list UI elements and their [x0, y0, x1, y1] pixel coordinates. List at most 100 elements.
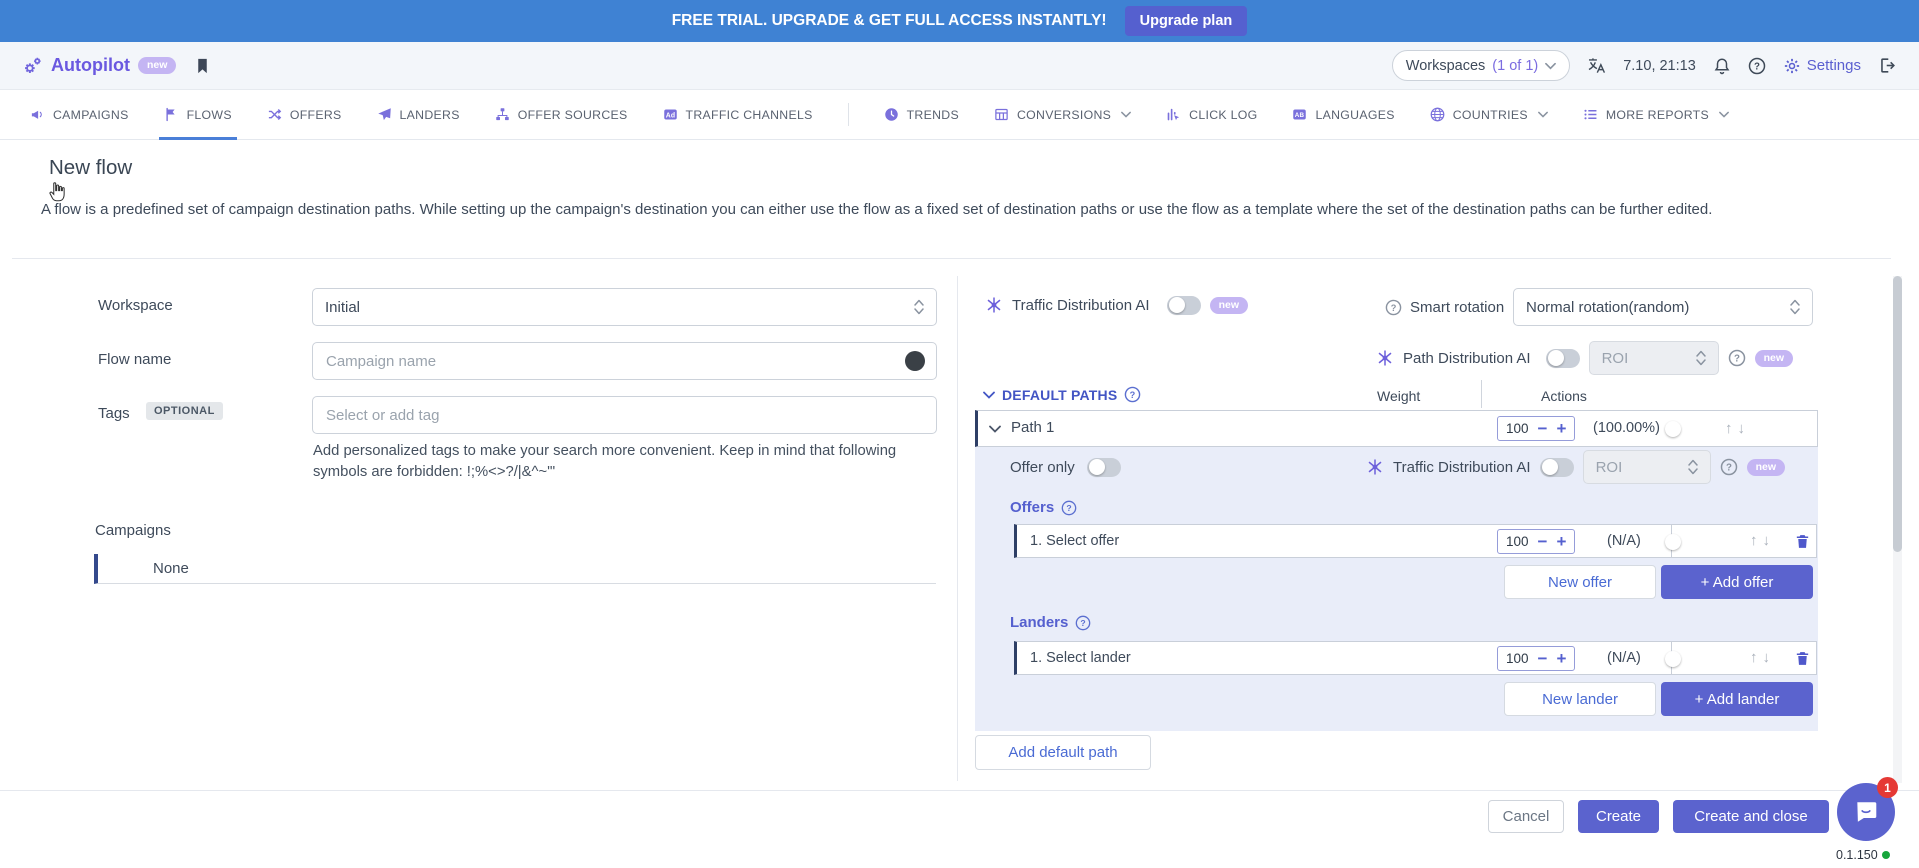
offer-sources-icon — [495, 107, 510, 122]
path-content-block: Offer only Traffic Distribution AI ROI n… — [975, 447, 1818, 731]
chevron-down-icon — [1538, 111, 1548, 118]
tags-label: Tags — [98, 405, 130, 422]
flow-name-color-dot[interactable] — [905, 351, 925, 371]
offer-weight-value[interactable]: 100 — [1506, 534, 1529, 549]
arrow-up-icon[interactable]: ↑ — [1750, 532, 1758, 549]
lander-weight-stepper: 100 − + — [1497, 646, 1575, 671]
question-icon[interactable] — [1124, 386, 1141, 403]
lander-weight-value[interactable]: 100 — [1506, 651, 1529, 666]
nav-item-languages[interactable]: LANGUAGES — [1292, 90, 1394, 139]
chevron-down-icon[interactable] — [989, 425, 1001, 433]
trash-icon[interactable] — [1794, 532, 1811, 551]
nav-item-more-reports[interactable]: MORE REPORTS — [1583, 90, 1729, 139]
question-icon[interactable] — [1720, 458, 1738, 476]
smart-rotation-select[interactable]: Normal rotation(random) — [1513, 288, 1813, 326]
nav-item-campaigns[interactable]: CAMPAIGNS — [30, 90, 129, 139]
settings-label: Settings — [1807, 57, 1861, 74]
path-weight-stepper: 100 − + — [1497, 416, 1575, 441]
plus-icon[interactable]: + — [1556, 650, 1566, 667]
tags-input[interactable] — [312, 396, 937, 434]
workspaces-selector[interactable]: Workspaces (1 of 1) — [1392, 50, 1570, 81]
traffic-distribution-ai-label: Traffic Distribution AI — [1012, 297, 1150, 314]
status-dot — [1882, 851, 1890, 859]
version-label: 0.1.150 — [1836, 848, 1890, 862]
path-traffic-roi-select[interactable]: ROI — [1583, 450, 1711, 484]
scrollbar-thumb[interactable] — [1893, 276, 1902, 552]
question-icon[interactable] — [1075, 615, 1091, 631]
minus-icon[interactable]: − — [1538, 533, 1548, 550]
column-divider — [1481, 380, 1482, 408]
offer-only-row: Offer only — [1010, 457, 1121, 477]
landers-heading: Landers — [1010, 614, 1091, 631]
nav-item-flows[interactable]: FLOWS — [164, 90, 232, 139]
mouse-cursor — [44, 180, 70, 211]
workspace-select[interactable]: Initial — [312, 288, 937, 326]
plus-icon[interactable]: + — [1556, 420, 1566, 437]
arrow-up-icon[interactable]: ↑ — [1750, 649, 1758, 666]
traffic-distribution-ai-toggle[interactable] — [1167, 296, 1201, 315]
select-arrows-icon — [1688, 459, 1698, 475]
nav-item-click-log[interactable]: CLICK LOG — [1166, 90, 1257, 139]
nav-label: LANGUAGES — [1315, 108, 1394, 122]
path-distribution-ai-label: Path Distribution AI — [1403, 350, 1531, 367]
path-distribution-ai-toggle[interactable] — [1546, 349, 1580, 368]
chevron-down-icon[interactable] — [983, 391, 995, 399]
create-button[interactable]: Create — [1578, 800, 1659, 833]
trash-icon[interactable] — [1794, 649, 1811, 668]
path-distribution-ai-row: Path Distribution AI ROI new — [1376, 341, 1793, 375]
panel-divider — [957, 276, 958, 781]
upgrade-plan-button[interactable]: Upgrade plan — [1125, 6, 1248, 36]
nav-item-conversions[interactable]: CONVERSIONS — [994, 90, 1131, 139]
logout-icon[interactable] — [1878, 56, 1897, 75]
plus-icon[interactable]: + — [1556, 533, 1566, 550]
brand-logo[interactable]: Autopilot new — [22, 55, 176, 76]
tags-field-wrap — [312, 396, 937, 434]
bell-icon[interactable] — [1713, 57, 1731, 75]
path-weight-value[interactable]: 100 — [1506, 421, 1529, 436]
nav-item-traffic-channels[interactable]: TRAFFIC CHANNELS — [663, 90, 813, 139]
question-icon[interactable] — [1061, 500, 1077, 516]
bookmark-icon[interactable] — [194, 56, 211, 76]
minus-icon[interactable]: − — [1538, 420, 1548, 437]
help-icon[interactable] — [1748, 57, 1766, 75]
offers-heading: Offers — [1010, 499, 1077, 516]
minus-icon[interactable]: − — [1538, 650, 1548, 667]
arrow-down-icon[interactable]: ↓ — [1738, 420, 1746, 437]
nav-item-landers[interactable]: LANDERS — [377, 90, 460, 139]
smart-rotation-label: Smart rotation — [1410, 299, 1504, 316]
new-lander-button[interactable]: New lander — [1504, 682, 1656, 716]
path-traffic-distribution-ai-toggle[interactable] — [1540, 458, 1574, 477]
ai-icon — [1366, 458, 1384, 476]
new-offer-button[interactable]: New offer — [1504, 565, 1656, 599]
add-default-path-button[interactable]: Add default path — [975, 735, 1151, 770]
countries-icon — [1430, 107, 1445, 122]
arrow-up-icon[interactable]: ↑ — [1725, 420, 1733, 437]
nav-item-countries[interactable]: COUNTRIES — [1430, 90, 1548, 139]
arrow-down-icon[interactable]: ↓ — [1763, 532, 1771, 549]
question-icon[interactable] — [1385, 299, 1402, 316]
chevron-down-icon — [1121, 111, 1131, 118]
new-badge: new — [1755, 350, 1793, 367]
nav-item-offer-sources[interactable]: OFFER SOURCES — [495, 90, 628, 139]
chevron-down-icon — [1719, 111, 1729, 118]
add-lander-button[interactable]: + Add lander — [1661, 682, 1813, 716]
flow-name-input[interactable] — [312, 342, 937, 380]
nav-label: OFFER SOURCES — [518, 108, 628, 122]
arrow-down-icon[interactable]: ↓ — [1763, 649, 1771, 666]
nav-item-trends[interactable]: TRENDS — [884, 90, 959, 139]
settings-button[interactable]: Settings — [1783, 57, 1861, 75]
offer-select-trigger[interactable]: 1. Select offer — [1030, 533, 1119, 549]
translate-icon[interactable] — [1587, 56, 1606, 75]
cancel-button[interactable]: Cancel — [1488, 800, 1564, 833]
question-icon[interactable] — [1728, 349, 1746, 367]
create-and-close-button[interactable]: Create and close — [1673, 800, 1829, 833]
actions-column-header: Actions — [1541, 388, 1587, 404]
offer-only-toggle[interactable] — [1087, 458, 1121, 477]
lander-share: (N/A) — [1607, 650, 1641, 666]
add-offer-button[interactable]: + Add offer — [1661, 565, 1813, 599]
nav-divider — [848, 103, 849, 126]
lander-select-trigger[interactable]: 1. Select lander — [1030, 650, 1131, 666]
offer-row: 1. Select offer 100 − + (N/A) ↑ ↓ — [1014, 524, 1817, 558]
nav-item-offers[interactable]: OFFERS — [267, 90, 342, 139]
path-roi-select[interactable]: ROI — [1589, 341, 1719, 375]
